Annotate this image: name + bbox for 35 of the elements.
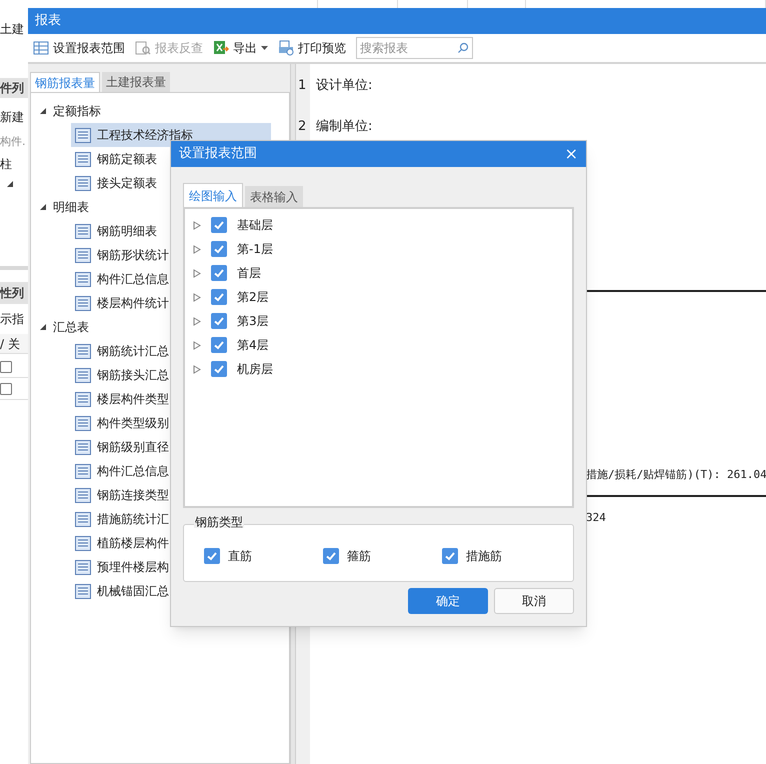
toolbar-button-label: 导出 [233, 40, 257, 57]
note-text: 示指 [0, 311, 24, 328]
field-label: 编制单位: [316, 118, 372, 136]
tree-item-label: 工程技术经济指标 [97, 127, 193, 144]
column-header-label: / 关 [0, 336, 20, 352]
tree-item-label: 构件类型级别 [97, 415, 169, 432]
tree-item-label: 钢筋连接类型 [97, 487, 169, 504]
tree-item-label: 钢筋形状统计 [97, 247, 169, 264]
tree-item-label: 钢筋接头汇总 [97, 367, 169, 384]
window-title: 报表 [35, 12, 61, 30]
tree-item-label: 构件汇总信息 [97, 463, 169, 480]
tree-item-label: 钢筋级别直径 [97, 439, 169, 456]
count-text: 324 [586, 510, 606, 526]
tree-item-label: 接头定额表 [97, 175, 157, 192]
window-title: 土建 [0, 21, 24, 38]
tree-item-label: 钢筋明细表 [97, 223, 157, 240]
field-label: 设计单位: [316, 77, 372, 95]
row-number: 1 [298, 77, 306, 95]
tree-item-label: 机械锚固汇总 [97, 583, 169, 600]
tree-item-label: 钢筋统计汇总 [97, 343, 169, 360]
row-number: 2 [298, 118, 306, 136]
tree-item-label: 钢筋定额表 [97, 151, 157, 168]
panel-header-title: 件列 [0, 80, 24, 97]
toolbar-button-label: 打印预览 [298, 40, 346, 57]
tree-item-label: 植筋楼层构件 [97, 535, 169, 552]
tree-item-label: 楼层构件类型 [97, 391, 169, 408]
tree-item-label: 预埋件楼层构 [97, 559, 169, 576]
total-text: 措施/损耗/贴焊锚筋)(T): 261.04 [586, 467, 766, 483]
tree-item-label: 楼层构件统计 [97, 295, 169, 312]
tree-item-label: 措施筋统计汇 [97, 511, 169, 528]
dialog-title: 设置报表范围 [179, 145, 257, 164]
group-box-title: 钢筋类型 [194, 516, 244, 528]
tree-item-label: 构件汇总信息 [97, 271, 169, 288]
toolbar-button-label: 设置报表范围 [53, 40, 125, 57]
toolbar-button-label: 报表反查 [155, 40, 203, 57]
